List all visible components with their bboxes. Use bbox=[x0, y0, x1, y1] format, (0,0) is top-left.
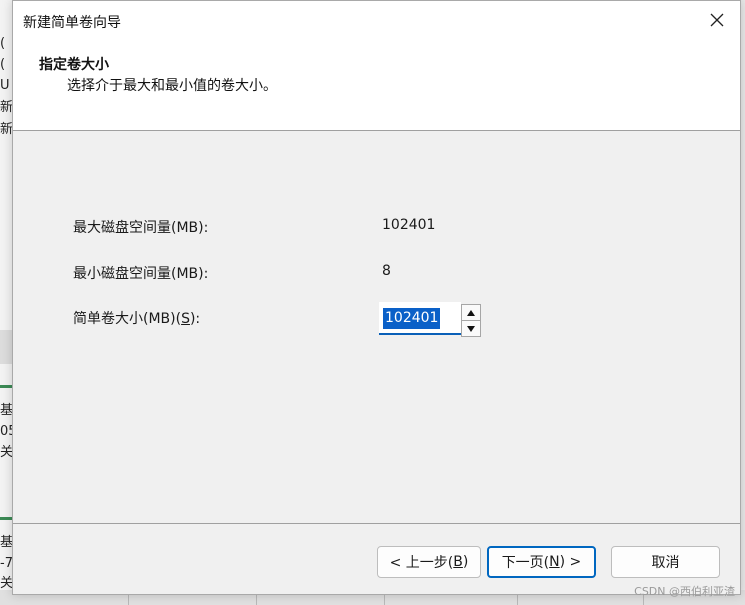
next-button-label: 下一页( bbox=[501, 555, 550, 571]
page-description: 选择介于最大和最小值的卷大小。 bbox=[67, 78, 277, 94]
footer-divider bbox=[13, 523, 740, 524]
bg-disk-bar bbox=[0, 517, 12, 520]
min-space-value: 8 bbox=[382, 263, 391, 279]
volume-size-label: 简单卷大小(MB)(S): bbox=[73, 308, 200, 328]
bg-text-fragment: U bbox=[0, 78, 10, 93]
window-title: 新建简单卷向导 bbox=[23, 15, 121, 31]
spin-up-button[interactable] bbox=[461, 304, 481, 321]
back-button-label: < 上一步( bbox=[389, 555, 454, 571]
volume-size-selected-text: 102401 bbox=[383, 308, 441, 329]
min-space-label: 最小磁盘空间量(MB): bbox=[73, 266, 209, 282]
new-simple-volume-wizard: 新建简单卷向导 指定卷大小 选择介于最大和最小值的卷大小。 最大磁盘空间量(MB… bbox=[12, 0, 741, 595]
arrow-up-icon bbox=[467, 309, 475, 316]
next-button-label-end: ) > bbox=[559, 554, 582, 570]
next-button[interactable]: 下一页(N) > bbox=[487, 546, 596, 578]
volume-size-label-end: ): bbox=[189, 311, 201, 327]
cancel-button[interactable]: 取消 bbox=[611, 546, 720, 578]
arrow-down-icon bbox=[467, 325, 475, 332]
volume-size-stepper[interactable]: 102401 bbox=[379, 302, 481, 337]
bg-disk-bar bbox=[0, 385, 12, 388]
spin-down-button[interactable] bbox=[461, 320, 481, 337]
close-icon bbox=[710, 13, 724, 27]
wizard-header: 指定卷大小 选择介于最大和最小值的卷大小。 bbox=[13, 39, 740, 131]
title-bar[interactable]: 新建简单卷向导 bbox=[13, 1, 740, 39]
max-space-label: 最大磁盘空间量(MB): bbox=[73, 220, 209, 236]
volume-size-accelerator: S bbox=[181, 311, 190, 327]
back-button[interactable]: < 上一步(B) bbox=[377, 546, 481, 578]
next-button-accelerator: N bbox=[549, 554, 560, 570]
page-heading: 指定卷大小 bbox=[39, 57, 109, 73]
watermark: CSDN @西伯利亚渣 bbox=[634, 585, 735, 598]
close-button[interactable] bbox=[694, 1, 740, 39]
back-button-label-end: ) bbox=[462, 554, 469, 570]
bg-text-fragment: ( bbox=[0, 36, 6, 51]
max-space-value: 102401 bbox=[382, 217, 436, 233]
volume-size-label-text: 简单卷大小(MB)( bbox=[73, 311, 182, 327]
back-button-accelerator: B bbox=[453, 554, 463, 570]
bg-text-fragment: ( bbox=[0, 57, 6, 72]
